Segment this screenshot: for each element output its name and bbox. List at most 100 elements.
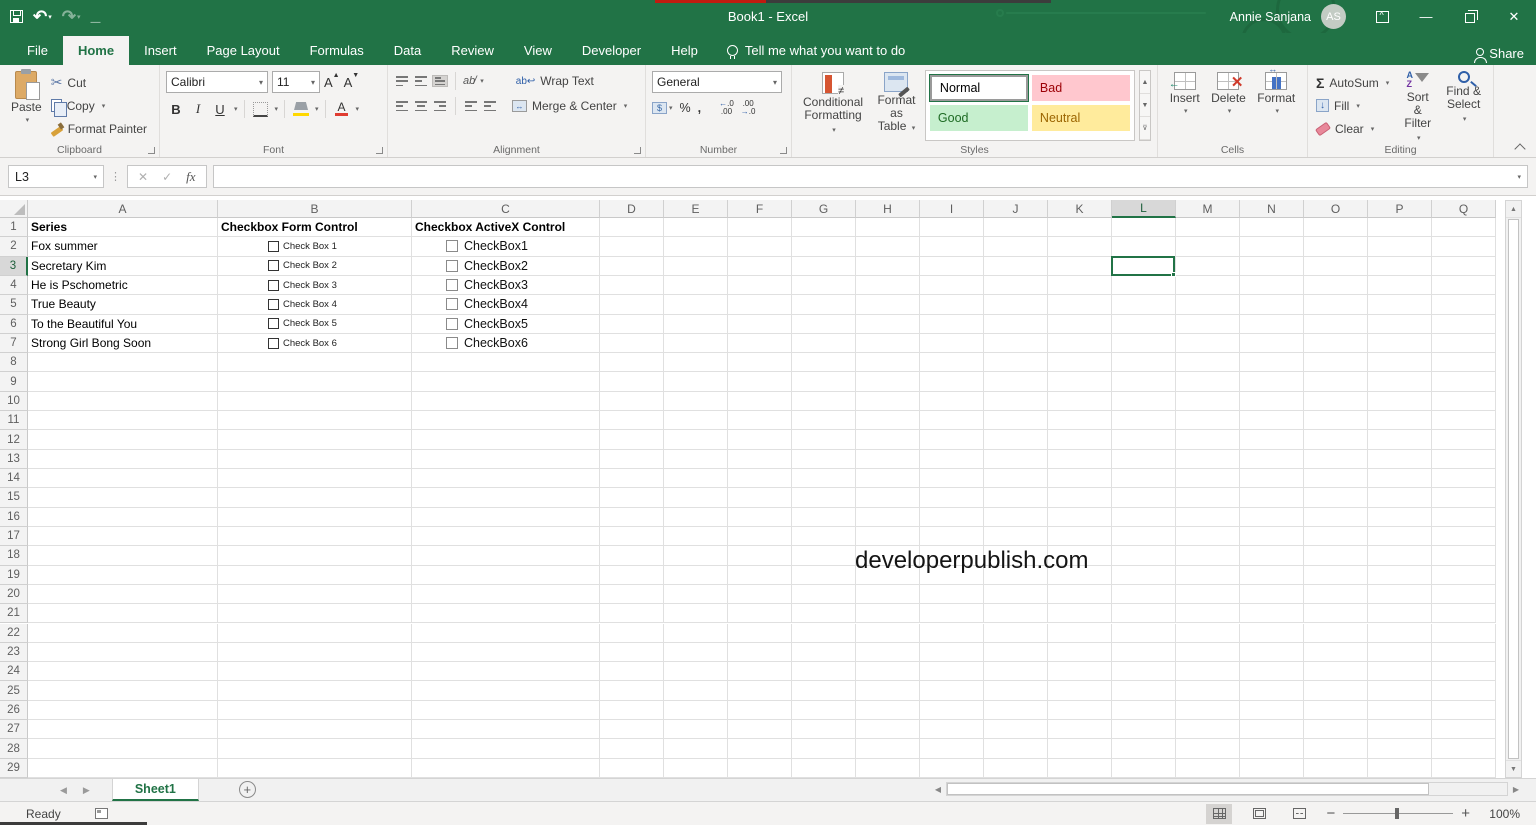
- cell-G5[interactable]: [792, 295, 856, 315]
- cell-E9[interactable]: [664, 372, 728, 392]
- cell-Q11[interactable]: [1432, 411, 1496, 431]
- cell-A16[interactable]: [28, 507, 218, 527]
- cell-C28[interactable]: [412, 739, 600, 759]
- fill-color-button[interactable]: [291, 99, 311, 119]
- cell-G26[interactable]: [792, 700, 856, 721]
- cell-F14[interactable]: [728, 469, 792, 489]
- cell-H2[interactable]: [856, 237, 920, 257]
- bold-button[interactable]: B: [166, 99, 186, 119]
- cell-A21[interactable]: [28, 604, 218, 624]
- cell-D13[interactable]: [600, 449, 664, 470]
- cell-I29[interactable]: [920, 758, 984, 778]
- avatar[interactable]: AS: [1321, 4, 1346, 29]
- cell-H4[interactable]: [856, 275, 920, 296]
- cell-M9[interactable]: [1176, 372, 1240, 392]
- tab-file[interactable]: File: [12, 36, 63, 65]
- cell-M2[interactable]: [1176, 237, 1240, 257]
- cell-P6[interactable]: [1368, 314, 1432, 334]
- cell-I6[interactable]: [920, 314, 984, 334]
- cell-M26[interactable]: [1176, 700, 1240, 721]
- cell-H1[interactable]: [856, 218, 920, 238]
- cell-E2[interactable]: [664, 237, 728, 257]
- cell-H25[interactable]: [856, 681, 920, 701]
- cell-M8[interactable]: [1176, 353, 1240, 373]
- cell-G16[interactable]: [792, 507, 856, 527]
- column-header-E[interactable]: E: [664, 200, 728, 218]
- cell-L14[interactable]: [1112, 469, 1176, 489]
- cell-Q6[interactable]: [1432, 314, 1496, 334]
- cell-I17[interactable]: [920, 526, 984, 547]
- row-header-5[interactable]: 5: [0, 295, 28, 315]
- cell-C4[interactable]: CheckBox3: [412, 275, 600, 296]
- vertical-scrollbar[interactable]: ▲ ▼: [1505, 200, 1522, 778]
- cell-P29[interactable]: [1368, 758, 1432, 778]
- decrease-decimal-button[interactable]: .00 →.0: [741, 100, 756, 116]
- cell-Q20[interactable]: [1432, 584, 1496, 605]
- percent-style-button[interactable]: %: [680, 101, 691, 115]
- cell-P15[interactable]: [1368, 488, 1432, 508]
- cell-E22[interactable]: [664, 623, 728, 643]
- cell-J16[interactable]: [984, 507, 1048, 527]
- cell-M20[interactable]: [1176, 584, 1240, 605]
- cell-H21[interactable]: [856, 604, 920, 624]
- cancel-entry-button[interactable]: ✕: [138, 170, 148, 184]
- cell-B5[interactable]: Check Box 4: [218, 295, 412, 315]
- cell-A20[interactable]: [28, 584, 218, 605]
- horizontal-scrollbar[interactable]: ◀ ▶: [932, 781, 1522, 797]
- horizontal-scroll-thumb[interactable]: [947, 783, 1429, 795]
- cell-F3[interactable]: [728, 256, 792, 276]
- cell-B21[interactable]: [218, 604, 412, 624]
- cell-A27[interactable]: [28, 720, 218, 740]
- column-header-M[interactable]: M: [1176, 200, 1240, 218]
- cell-Q9[interactable]: [1432, 372, 1496, 392]
- column-header-O[interactable]: O: [1304, 200, 1368, 218]
- cell-B26[interactable]: [218, 700, 412, 721]
- format-cells-button[interactable]: ↔ Format ▾: [1252, 64, 1300, 141]
- cell-P23[interactable]: [1368, 642, 1432, 663]
- cell-P19[interactable]: [1368, 565, 1432, 585]
- cell-H17[interactable]: [856, 526, 920, 547]
- align-middle-button[interactable]: [413, 75, 429, 87]
- font-color-caret-icon[interactable]: ▾: [356, 105, 360, 113]
- wrap-text-button[interactable]: ab↩ Wrap Text: [516, 74, 594, 88]
- cell-C19[interactable]: [412, 565, 600, 585]
- cell-N22[interactable]: [1240, 623, 1304, 643]
- cell-D6[interactable]: [600, 314, 664, 334]
- cell-M6[interactable]: [1176, 314, 1240, 334]
- cell-P13[interactable]: [1368, 449, 1432, 470]
- cell-K15[interactable]: [1048, 488, 1112, 508]
- cell-K26[interactable]: [1048, 700, 1112, 721]
- cell-O7[interactable]: [1304, 333, 1368, 354]
- cell-Q8[interactable]: [1432, 353, 1496, 373]
- cell-G29[interactable]: [792, 758, 856, 778]
- font-size-combobox[interactable]: 11 ▾: [272, 71, 320, 93]
- cell-A3[interactable]: Secretary Kim: [28, 256, 218, 276]
- tab-home[interactable]: Home: [62, 36, 130, 65]
- cell-Q16[interactable]: [1432, 507, 1496, 527]
- cell-N29[interactable]: [1240, 758, 1304, 778]
- cell-K12[interactable]: [1048, 430, 1112, 450]
- cell-H29[interactable]: [856, 758, 920, 778]
- cell-A7[interactable]: Strong Girl Bong Soon: [28, 333, 218, 354]
- macro-record-icon[interactable]: [94, 808, 108, 819]
- cell-M4[interactable]: [1176, 275, 1240, 296]
- cell-G13[interactable]: [792, 449, 856, 470]
- cell-I2[interactable]: [920, 237, 984, 257]
- cell-F25[interactable]: [728, 681, 792, 701]
- cell-N7[interactable]: [1240, 333, 1304, 354]
- cell-P9[interactable]: [1368, 372, 1432, 392]
- cell-H10[interactable]: [856, 391, 920, 412]
- checkbox-icon[interactable]: [446, 317, 458, 330]
- cell-A1[interactable]: Series: [28, 218, 218, 238]
- column-header-K[interactable]: K: [1048, 200, 1112, 218]
- cell-Q19[interactable]: [1432, 565, 1496, 585]
- cell-F4[interactable]: [728, 275, 792, 296]
- align-top-button[interactable]: [394, 75, 410, 87]
- cell-C2[interactable]: CheckBox1: [412, 237, 600, 257]
- cell-A18[interactable]: [28, 546, 218, 566]
- cell-Q5[interactable]: [1432, 295, 1496, 315]
- row-header-24[interactable]: 24: [0, 662, 28, 682]
- cell-J27[interactable]: [984, 720, 1048, 740]
- cell-D28[interactable]: [600, 739, 664, 759]
- restore-button[interactable]: [1448, 0, 1492, 33]
